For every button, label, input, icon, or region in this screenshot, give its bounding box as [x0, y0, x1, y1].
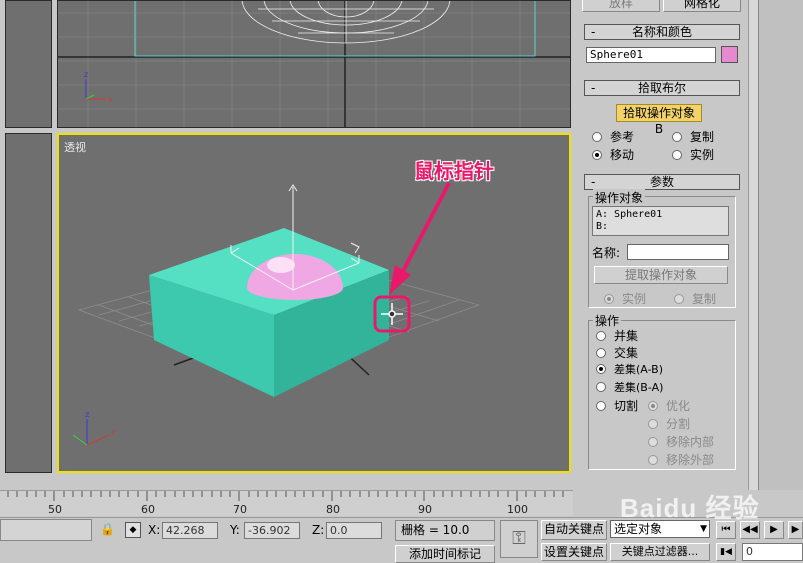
- axis-gizmo-perspective: z x: [72, 410, 116, 446]
- radio-cut[interactable]: 切割: [596, 397, 638, 414]
- key-mode-toggle-icon[interactable]: ▮◀: [716, 543, 736, 561]
- next-frame-icon[interactable]: ▶: [788, 521, 803, 539]
- rollout-name-color[interactable]: - 名称和颜色: [584, 24, 740, 40]
- top-viewport-grid: z x: [58, 1, 570, 127]
- svg-text:x: x: [108, 95, 113, 104]
- ruler-ticks: [7, 491, 564, 501]
- prompt-area: [0, 519, 92, 541]
- radio-subtraction-b-a[interactable]: 差集(B-A): [596, 379, 663, 395]
- ruler-label-60: 60: [141, 503, 155, 516]
- annotation-arrow-icon: [389, 182, 451, 295]
- radio-remove-inside[interactable]: 移除内部: [648, 433, 714, 450]
- radio-copy[interactable]: 复制: [672, 128, 714, 145]
- left-viewport-edge-top: [5, 0, 52, 128]
- object-color-swatch[interactable]: [721, 46, 738, 63]
- z-coordinate-field[interactable]: 0.0: [326, 522, 382, 539]
- perspective-viewport[interactable]: 透视 z x 鼠标指针: [57, 133, 571, 473]
- operand-b[interactable]: B:: [596, 221, 725, 233]
- set-key-button[interactable]: 设置关键点: [541, 543, 607, 561]
- play-icon[interactable]: ▶: [764, 521, 784, 539]
- mesher-button[interactable]: 网格化: [663, 0, 741, 12]
- key-mode-icon[interactable]: ⚿: [500, 520, 538, 558]
- radio-extract-copy[interactable]: 复制: [674, 290, 716, 307]
- rollout-title: 名称和颜色: [631, 25, 692, 39]
- lock-icon[interactable]: 🔒: [100, 522, 115, 538]
- svg-text:x: x: [111, 428, 116, 437]
- top-viewport[interactable]: z x: [57, 0, 571, 128]
- auto-key-button[interactable]: 自动关键点: [541, 520, 607, 540]
- ruler-label-80: 80: [326, 503, 340, 516]
- baidu-watermark: Baidu 经验: [620, 493, 760, 523]
- extract-operand-button[interactable]: 提取操作对象: [594, 266, 728, 284]
- svg-text:z: z: [84, 70, 88, 79]
- operands-group-label: 操作对象: [593, 189, 646, 206]
- ruler-label-100: 100: [507, 503, 528, 516]
- operands-list[interactable]: A: Sphere01 B:: [592, 206, 729, 236]
- grid-size-text: 栅格 = 10.0: [401, 523, 470, 537]
- radio-refine[interactable]: 优化: [648, 397, 690, 414]
- perspective-scene: z x: [72, 182, 481, 446]
- y-coordinate-field[interactable]: -36.902: [244, 522, 300, 539]
- box-object[interactable]: [149, 228, 389, 397]
- add-time-tag-button[interactable]: 添加时间标记: [395, 545, 495, 563]
- ruler-label-70: 70: [233, 503, 247, 516]
- ruler-label-90: 90: [418, 503, 432, 516]
- command-panel-scrollbar[interactable]: [748, 0, 758, 490]
- rollout-pick-boolean[interactable]: - 拾取布尔: [584, 80, 740, 96]
- rollout-title: 参数: [649, 175, 674, 189]
- radio-instance[interactable]: 实例: [672, 146, 714, 163]
- radio-subtraction-a-b[interactable]: 差集(A-B): [596, 361, 663, 377]
- y-label: Y:: [230, 523, 240, 537]
- absolute-mode-toggle-icon[interactable]: ◆: [125, 522, 141, 538]
- key-filters-button[interactable]: 关键点过滤器...: [610, 543, 710, 561]
- radio-extract-instance[interactable]: 实例: [604, 290, 646, 307]
- z-label: Z:: [312, 523, 325, 537]
- x-coordinate-field[interactable]: 42.268: [162, 522, 218, 539]
- radio-intersection[interactable]: 交集: [596, 344, 638, 361]
- operand-name-field[interactable]: [627, 244, 729, 260]
- grid-size-display: 栅格 = 10.0: [395, 520, 495, 541]
- svg-text:z: z: [85, 410, 89, 419]
- loft-button[interactable]: 放样: [582, 0, 660, 12]
- command-panel-edge: [758, 0, 803, 490]
- pick-operand-b-button[interactable]: 拾取操作对象 B: [616, 104, 702, 136]
- annotation-label: 鼠标指针: [414, 159, 494, 183]
- object-name-field[interactable]: Sphere01: [586, 47, 716, 63]
- ruler-label-50: 50: [48, 503, 62, 516]
- timeline-ruler[interactable]: [0, 490, 573, 516]
- x-label: X:: [148, 523, 161, 537]
- radio-union[interactable]: 并集: [596, 327, 638, 344]
- radio-split[interactable]: 分割: [648, 415, 690, 432]
- radio-remove-outside[interactable]: 移除外部: [648, 451, 714, 468]
- rollout-parameters[interactable]: - 参数: [584, 174, 740, 190]
- radio-reference[interactable]: 参考: [592, 128, 634, 145]
- current-frame-field[interactable]: 0: [742, 543, 803, 561]
- name-label: 名称:: [592, 246, 621, 260]
- left-viewport-edge-bottom: [5, 133, 52, 473]
- rollout-title: 拾取布尔: [637, 81, 686, 95]
- radio-move[interactable]: 移动: [592, 146, 634, 163]
- operand-a[interactable]: A: Sphere01: [596, 209, 725, 221]
